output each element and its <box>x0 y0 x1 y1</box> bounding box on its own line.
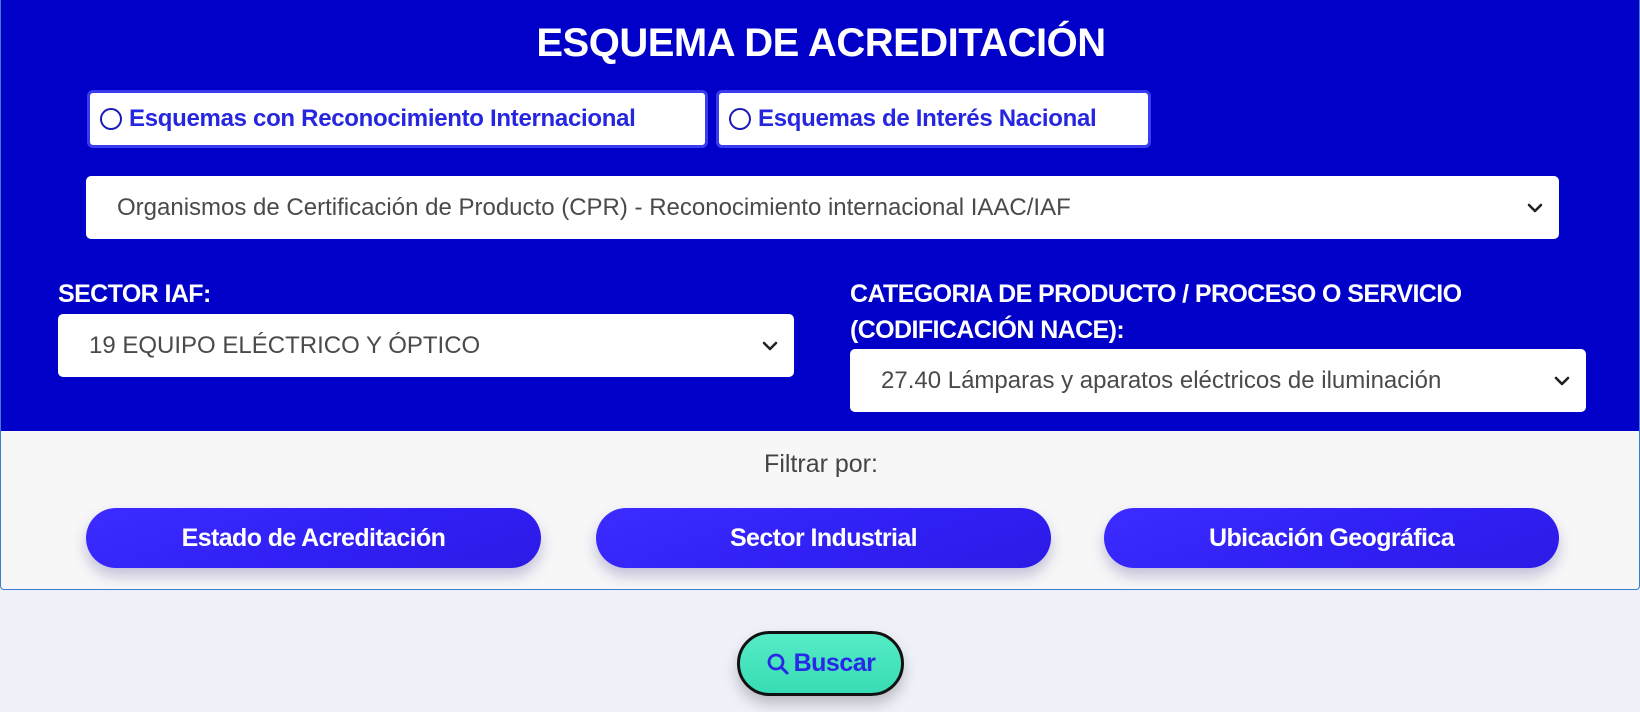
category-select-value: 27.40 Lámparas y aparatos eléctricos de … <box>881 366 1442 394</box>
scheme-select[interactable]: Organismos de Certificación de Producto … <box>86 176 1559 239</box>
scheme-select-value: Organismos de Certificación de Producto … <box>117 193 1071 221</box>
sector-label: SECTOR IAF: <box>58 280 211 308</box>
radio-national-label: Esquemas de Interés Nacional <box>758 105 1097 132</box>
radio-national-schemes[interactable]: Esquemas de Interés Nacional <box>716 90 1151 148</box>
category-label-line2: (CODIFICACIÓN NACE): <box>850 316 1125 344</box>
radio-button-icon[interactable] <box>100 108 122 130</box>
chevron-down-icon <box>1527 203 1543 212</box>
sector-select-value: 19 EQUIPO ELÉCTRICO Y ÓPTICO <box>89 331 481 359</box>
category-select[interactable]: 27.40 Lámparas y aparatos eléctricos de … <box>850 349 1586 412</box>
page-title: ESQUEMA DE ACREDITACIÓN <box>536 21 1106 65</box>
filter-accreditation-status-button[interactable]: Estado de Acreditación <box>86 508 541 568</box>
scheme-panel: ESQUEMA DE ACREDITACIÓN Esquemas con Rec… <box>1 0 1639 431</box>
sector-select[interactable]: 19 EQUIPO ELÉCTRICO Y ÓPTICO <box>58 314 794 377</box>
filter-label: Filtrar por: <box>764 450 878 478</box>
chevron-down-icon <box>1554 376 1570 385</box>
filter-geographic-location-button[interactable]: Ubicación Geográfica <box>1104 508 1559 568</box>
search-button[interactable]: Buscar <box>737 631 904 696</box>
radio-button-icon[interactable] <box>729 108 751 130</box>
search-button-label: Buscar <box>793 649 876 677</box>
category-label-line1: CATEGORIA DE PRODUCTO / PROCESO O SERVIC… <box>850 280 1462 308</box>
search-icon <box>767 653 789 674</box>
chevron-down-icon <box>762 341 778 350</box>
filter-industrial-sector-button[interactable]: Sector Industrial <box>596 508 1051 568</box>
accreditation-scheme-card: ESQUEMA DE ACREDITACIÓN Esquemas con Rec… <box>0 0 1640 590</box>
radio-international-label: Esquemas con Reconocimiento Internaciona… <box>129 105 636 132</box>
category-label: CATEGORIA DE PRODUCTO / PROCESO O SERVIC… <box>850 276 1462 348</box>
radio-international-schemes[interactable]: Esquemas con Reconocimiento Internaciona… <box>87 90 708 148</box>
